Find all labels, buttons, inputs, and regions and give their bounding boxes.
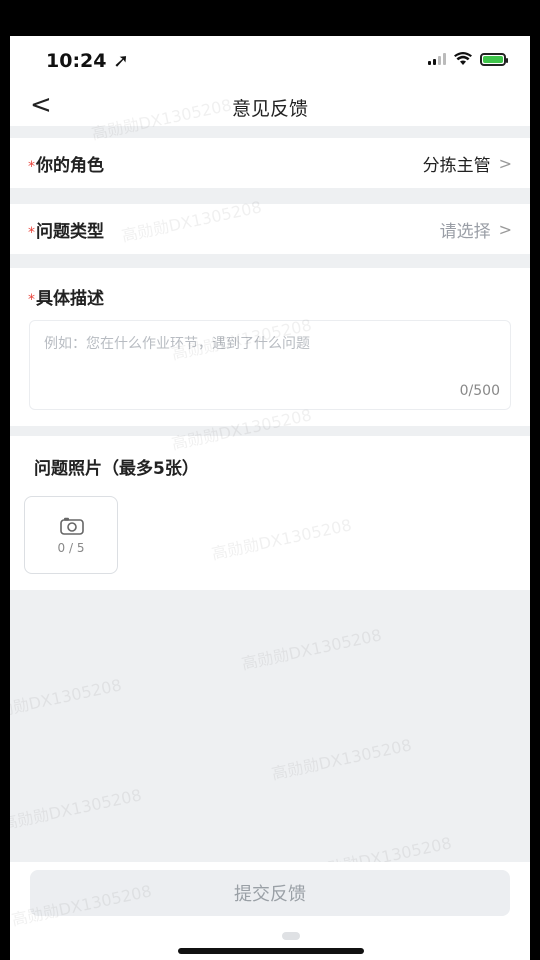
issue-type-label: *问题类型 (28, 221, 104, 242)
role-value: 分拣主管 (422, 155, 491, 176)
watermark: 高勋勋DX1305208 (10, 785, 144, 834)
home-indicator (178, 948, 364, 954)
role-label: *你的角色 (28, 155, 104, 176)
photo-label: 问题照片（最多5张） (34, 459, 199, 479)
scroll-pill (282, 932, 300, 940)
watermark: 高勋勋DX1305208 (239, 625, 384, 674)
description-textarea[interactable]: 例如：您在什么作业环节，遇到了什么问题 0/500 (29, 320, 511, 410)
status-time: 10:24 ➚ (46, 50, 130, 72)
chevron-right-icon: > (498, 153, 512, 173)
issue-type-row[interactable]: *问题类型 请选择 > (10, 204, 530, 254)
description-placeholder: 例如：您在什么作业环节，遇到了什么问题 (44, 336, 310, 352)
description-counter: 0/500 (459, 383, 500, 399)
footer: 提交反馈 (10, 862, 530, 960)
photo-upload-button[interactable]: 0 / 5 (24, 496, 118, 574)
battery-charging-icon (480, 52, 508, 66)
feedback-screen: 10:24 ➚ < 意见反馈 *你的角色 分拣主管 > *问题类型 请选择 > (10, 36, 530, 960)
cellular-signal-icon (428, 53, 446, 65)
submit-feedback-button[interactable]: 提交反馈 (30, 870, 510, 916)
photo-counter: 0 / 5 (57, 541, 85, 555)
role-row[interactable]: *你的角色 分拣主管 > (10, 138, 530, 188)
page-title: 意见反馈 (231, 98, 308, 120)
issue-type-placeholder: 请选择 (439, 221, 491, 242)
camera-icon (60, 517, 84, 535)
watermark: 高勋勋DX1305208 (269, 735, 414, 784)
chevron-right-icon: > (498, 219, 512, 239)
location-arrow-icon: ➚ (113, 50, 130, 72)
description-label: *具体描述 (28, 289, 104, 309)
description-section: *具体描述 例如：您在什么作业环节，遇到了什么问题 0/500 (10, 268, 530, 426)
watermark: 高勋勋DX1305208 (10, 675, 124, 724)
status-bar: 10:24 ➚ (10, 36, 530, 86)
wifi-icon (454, 52, 472, 65)
nav-bar: < 意见反馈 (10, 86, 530, 126)
photo-section: 问题照片（最多5张） 0 / 5 (10, 436, 530, 590)
